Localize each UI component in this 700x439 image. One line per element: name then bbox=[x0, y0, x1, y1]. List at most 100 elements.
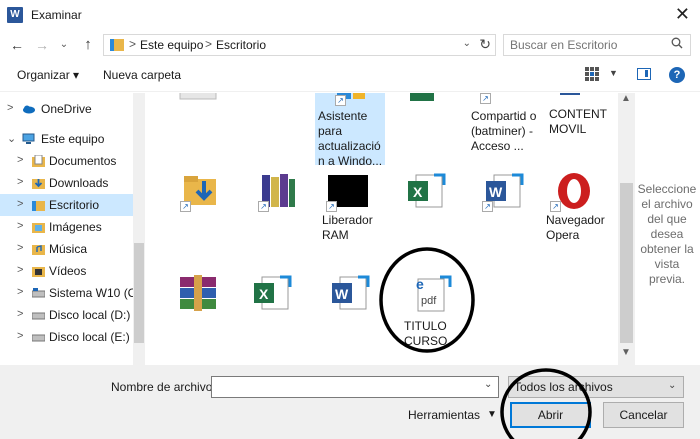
tree-item-musica[interactable]: > Música bbox=[0, 238, 133, 260]
breadcrumb-escritorio[interactable]: Escritorio bbox=[216, 38, 266, 52]
file-type-select[interactable]: Todos los archivos bbox=[508, 376, 684, 398]
filename-label: Nombre de archivo: bbox=[111, 380, 216, 394]
breadcrumb-separator[interactable]: > bbox=[205, 37, 212, 51]
filename-input[interactable] bbox=[211, 376, 499, 398]
shortcut-arrow-icon: ↗ bbox=[180, 201, 191, 212]
chevron-right-icon[interactable]: > bbox=[17, 242, 23, 254]
chevron-down-icon[interactable]: ⌄ bbox=[463, 38, 471, 49]
file-item-books[interactable]: ↗ bbox=[252, 171, 324, 217]
drive-icon bbox=[32, 312, 45, 320]
cancel-button[interactable]: Cancelar bbox=[603, 402, 684, 428]
tree-item-documentos[interactable]: > Documentos bbox=[0, 150, 133, 172]
view-dropdown-icon[interactable]: ▼ bbox=[609, 68, 618, 78]
tree-item-label: Sistema W10 (C:) bbox=[49, 286, 144, 300]
organize-menu-button[interactable]: Organizar ▾ bbox=[17, 68, 79, 82]
chevron-right-icon[interactable]: > bbox=[17, 286, 23, 298]
refresh-icon[interactable]: ↻ bbox=[479, 36, 491, 53]
tree-item-imagenes[interactable]: > Imágenes bbox=[0, 216, 133, 238]
up-arrow-icon[interactable]: ↑ bbox=[78, 35, 98, 55]
search-input[interactable] bbox=[503, 34, 691, 56]
breadcrumb-este-equipo[interactable]: Este equipo bbox=[140, 38, 203, 52]
desktop-folder-icon bbox=[32, 201, 45, 211]
file-icon[interactable] bbox=[178, 93, 218, 101]
chevron-right-icon[interactable]: > bbox=[17, 154, 23, 166]
chevron-right-icon[interactable]: > bbox=[17, 330, 23, 342]
navigation-bar: ← → ⌄ ↑ > Este equipo > Escritorio ⌄ ↻ bbox=[0, 30, 700, 60]
navigation-pane[interactable]: > OneDrive ⌄ Este equipo > Documentos > … bbox=[0, 93, 145, 365]
forward-arrow-icon[interactable]: → bbox=[32, 35, 52, 55]
tree-item-este-equipo[interactable]: ⌄ Este equipo bbox=[0, 128, 133, 150]
file-item-excel-2[interactable]: X bbox=[246, 273, 318, 319]
chevron-right-icon[interactable]: > bbox=[17, 264, 23, 276]
tree-item-label: Vídeos bbox=[49, 264, 87, 278]
svg-text:W: W bbox=[335, 286, 349, 302]
excel-file-icon[interactable] bbox=[404, 93, 440, 103]
view-options-icon[interactable] bbox=[585, 67, 599, 81]
tree-item-downloads[interactable]: > Downloads bbox=[0, 172, 133, 194]
tree-item-label: Imágenes bbox=[49, 220, 102, 234]
file-item-compartido[interactable]: ↗ Compartid o (batminer) - Acceso ... bbox=[468, 93, 540, 165]
chevron-right-icon[interactable]: > bbox=[17, 176, 23, 188]
file-item-content[interactable]: CONTENT MOVIL bbox=[546, 93, 618, 143]
svg-text:W: W bbox=[489, 184, 503, 200]
svg-text:pdf: pdf bbox=[421, 295, 437, 307]
file-label: Compartid o (batminer) - Acceso ... bbox=[471, 109, 537, 153]
back-arrow-icon[interactable]: ← bbox=[7, 35, 27, 55]
tree-item-disco-d[interactable]: > Disco local (D:) bbox=[0, 304, 133, 326]
file-item-liberador[interactable]: ↗ Liberador RAM bbox=[322, 171, 394, 242]
search-icon[interactable] bbox=[671, 37, 683, 49]
scrollbar-thumb[interactable] bbox=[134, 243, 144, 343]
scroll-down-icon[interactable]: ▼ bbox=[621, 347, 631, 358]
navigation-pane-scrollbar[interactable] bbox=[133, 93, 145, 365]
dialog-footer: Nombre de archivo: ⌄ Todos los archivos … bbox=[0, 365, 700, 439]
file-item-word-2[interactable]: W bbox=[324, 273, 396, 319]
drive-icon bbox=[32, 288, 45, 298]
recent-locations-chevron-icon[interactable]: ⌄ bbox=[56, 35, 72, 55]
chevron-down-icon[interactable]: ⌄ bbox=[668, 380, 676, 391]
tree-item-escritorio[interactable]: > Escritorio bbox=[0, 194, 133, 216]
preview-pane-message: Seleccione el archivo del que desea obte… bbox=[637, 182, 697, 286]
file-label: TITULO CURSO bbox=[404, 319, 448, 348]
file-item-downloads-shortcut[interactable]: ↗ bbox=[174, 171, 246, 217]
file-item-opera[interactable]: ↗ Navegador Opera bbox=[544, 171, 616, 242]
file-item-word[interactable]: W ↗ bbox=[478, 171, 550, 217]
tree-item-onedrive[interactable]: > OneDrive bbox=[0, 98, 133, 120]
preview-pane-icon[interactable] bbox=[637, 68, 651, 80]
tree-item-videos[interactable]: > Vídeos bbox=[0, 260, 133, 282]
svg-text:X: X bbox=[413, 184, 423, 200]
tree-item-disco-e[interactable]: > Disco local (E:) bbox=[0, 326, 133, 348]
new-folder-button[interactable]: Nueva carpeta bbox=[103, 68, 181, 82]
chevron-right-icon[interactable]: > bbox=[17, 198, 23, 210]
tools-menu-button[interactable]: Herramientas bbox=[408, 408, 480, 422]
shortcut-arrow-icon: ↗ bbox=[480, 93, 491, 104]
chevron-down-icon[interactable]: ⌄ bbox=[7, 132, 16, 145]
shortcut-arrow-icon: ↗ bbox=[482, 201, 493, 212]
music-folder-icon bbox=[32, 245, 45, 255]
chevron-right-icon[interactable]: > bbox=[17, 220, 23, 232]
file-item-titulo-curso[interactable]: pdf e TITULO CURSO bbox=[398, 273, 470, 353]
help-icon[interactable]: ? bbox=[669, 67, 685, 83]
chevron-down-icon[interactable]: ⌄ bbox=[484, 379, 492, 390]
excel-file-icon: X bbox=[408, 173, 446, 208]
tree-item-sistema-w10[interactable]: > Sistema W10 (C:) bbox=[0, 282, 144, 304]
breadcrumb-separator[interactable]: > bbox=[129, 37, 136, 51]
close-icon[interactable]: ✕ bbox=[675, 4, 690, 24]
videos-folder-icon bbox=[32, 267, 45, 277]
chevron-right-icon[interactable]: > bbox=[7, 102, 13, 114]
folder-icon bbox=[110, 39, 124, 51]
file-item-asistente[interactable]: ↗ Asistente para actualizació n a Windo.… bbox=[315, 93, 385, 168]
dropdown-arrow-icon[interactable]: ▼ bbox=[487, 409, 497, 420]
file-label: Asistente para actualizació n a Windo... bbox=[318, 109, 383, 168]
file-list[interactable]: ↗ Asistente para actualizació n a Windo.… bbox=[148, 93, 618, 365]
title-bar: W Examinar ✕ bbox=[0, 0, 700, 30]
documents-folder-icon bbox=[32, 155, 45, 167]
file-item-excel[interactable]: X bbox=[400, 171, 472, 217]
open-button[interactable]: Abrir bbox=[510, 402, 591, 428]
svg-text:e: e bbox=[416, 276, 424, 292]
address-bar[interactable]: > Este equipo > Escritorio ⌄ ↻ bbox=[103, 34, 496, 56]
file-list-scrollbar[interactable]: ▲ ▼ bbox=[618, 93, 635, 365]
scroll-up-icon[interactable]: ▲ bbox=[621, 93, 631, 104]
chevron-right-icon[interactable]: > bbox=[17, 308, 23, 320]
scrollbar-thumb[interactable] bbox=[620, 183, 633, 343]
file-item-winrar[interactable] bbox=[174, 273, 246, 319]
